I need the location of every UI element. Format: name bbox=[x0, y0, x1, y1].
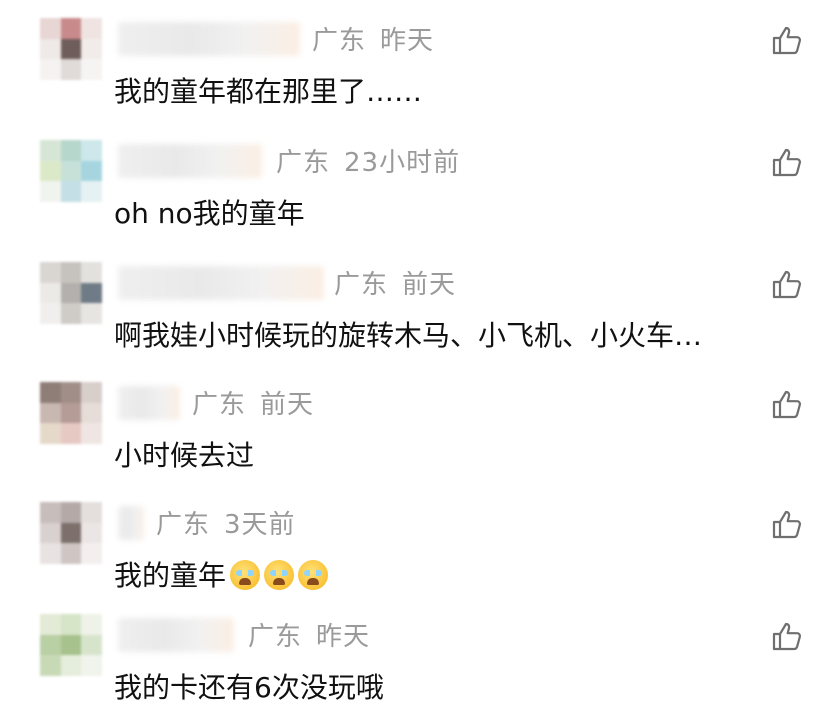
comment-text-row: oh no我的童年 bbox=[114, 192, 305, 232]
avatar[interactable] bbox=[40, 18, 102, 80]
comment-item[interactable]: 广东 3天前我的童年 bbox=[0, 484, 821, 604]
username-blurred[interactable] bbox=[118, 618, 234, 652]
thumbs-up-icon[interactable] bbox=[771, 146, 803, 178]
comment-time: 前天 bbox=[260, 390, 315, 420]
comment-location: 广东 bbox=[192, 390, 247, 420]
username-blurred[interactable] bbox=[118, 144, 262, 178]
comment-meta: 广东 昨天 bbox=[312, 20, 434, 57]
avatar[interactable] bbox=[40, 140, 102, 202]
comment-location: 广东 bbox=[334, 270, 389, 300]
comment-time: 昨天 bbox=[380, 26, 435, 56]
thumbs-up-icon[interactable] bbox=[771, 388, 803, 420]
username-blurred[interactable] bbox=[118, 506, 144, 540]
comment-text: 我的卡还有6次没玩哦 bbox=[114, 671, 384, 704]
thumbs-up-icon[interactable] bbox=[771, 620, 803, 652]
comment-text: 我的童年 bbox=[114, 559, 227, 592]
comment-meta: 广东 3天前 bbox=[156, 504, 296, 541]
comment-item[interactable]: 广东 前天 小时候去过 bbox=[0, 364, 821, 484]
comment-meta: 广东 前天 bbox=[334, 264, 456, 301]
comment-text-row: 啊我娃小时候玩的旋转木马、小飞机、小火车… bbox=[114, 314, 702, 354]
comment-text-row: 小时候去过 bbox=[114, 434, 254, 474]
comment-time: 23小时前 bbox=[344, 148, 461, 178]
comment-location: 广东 bbox=[312, 26, 367, 56]
comment-location: 广东 bbox=[276, 148, 331, 178]
comment-text: oh no我的童年 bbox=[114, 197, 305, 230]
thumbs-up-icon[interactable] bbox=[771, 268, 803, 300]
comment-time: 昨天 bbox=[316, 622, 371, 652]
comment-location: 广东 bbox=[156, 510, 211, 540]
username-blurred[interactable] bbox=[118, 22, 300, 56]
thumbs-up-icon[interactable] bbox=[771, 24, 803, 56]
avatar[interactable] bbox=[40, 262, 102, 324]
crying-face-emoji-icon bbox=[230, 560, 261, 590]
username-blurred[interactable] bbox=[118, 386, 180, 420]
comment-time: 前天 bbox=[402, 270, 457, 300]
comment-meta: 广东 前天 bbox=[192, 384, 314, 421]
comment-location: 广东 bbox=[248, 622, 303, 652]
thumbs-up-icon[interactable] bbox=[771, 508, 803, 540]
comment-item[interactable]: 广东 昨天我的卡还有6次没玩哦 bbox=[0, 596, 821, 716]
comment-text: 小时候去过 bbox=[114, 439, 255, 472]
avatar[interactable] bbox=[40, 382, 102, 444]
username-blurred[interactable] bbox=[118, 266, 324, 300]
comment-item[interactable]: 广东 23小时前 oh no我的童年 bbox=[0, 122, 821, 242]
comment-text: 啊我娃小时候玩的旋转木马、小飞机、小火车… bbox=[114, 319, 703, 352]
comment-text-row: 我的童年 bbox=[114, 554, 332, 594]
comment-time: 3天前 bbox=[224, 510, 296, 540]
comment-item[interactable]: 广东 前天啊我娃小时候玩的旋转木马、小飞机、小火车… bbox=[0, 244, 821, 364]
crying-face-emoji-icon bbox=[298, 560, 329, 590]
comment-text-row: 我的童年都在那里了…… bbox=[114, 70, 422, 110]
comment-text: 我的童年都在那里了…… bbox=[114, 75, 423, 108]
avatar[interactable] bbox=[40, 502, 102, 564]
avatar[interactable] bbox=[40, 614, 102, 676]
crying-face-emoji-icon bbox=[264, 560, 295, 590]
comment-item[interactable]: 广东 昨天我的童年都在那里了…… bbox=[0, 0, 821, 120]
comment-meta: 广东 23小时前 bbox=[276, 142, 460, 179]
comment-meta: 广东 昨天 bbox=[248, 616, 370, 653]
comment-text-row: 我的卡还有6次没玩哦 bbox=[114, 666, 384, 706]
